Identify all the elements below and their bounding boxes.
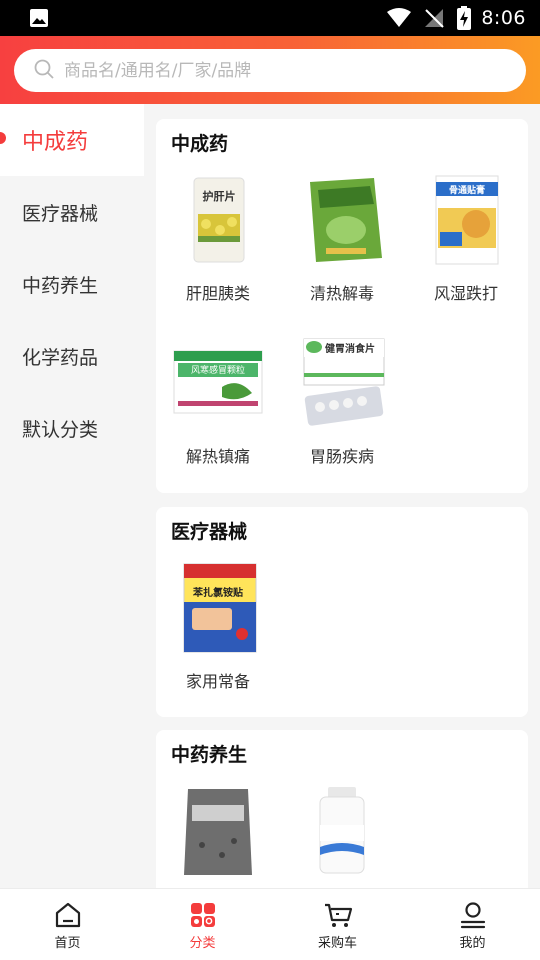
no-signal-icon (423, 8, 445, 28)
section-title: 医疗器械 (171, 521, 248, 543)
svg-text:健胃消食片: 健胃消食片 (325, 342, 375, 355)
product-thumbnail (184, 789, 252, 875)
category-item-medical-devices[interactable]: 医疗器械 (0, 176, 144, 248)
category-item-chemical-drugs[interactable]: 化学药品 (0, 320, 144, 392)
product-thumbnail: 苯扎氯铵贴 (183, 563, 257, 653)
category-label: 默认分类 (22, 418, 99, 441)
product-label: 胃肠疾病 (309, 447, 374, 466)
category-sidebar: 中成药 医疗器械 中药养生 化学药品 默认分类 (0, 104, 144, 888)
svg-text:骨通贴膏: 骨通贴膏 (449, 184, 485, 196)
product-thumbnail: 健胃消食片 (303, 338, 385, 426)
product-tile[interactable] (156, 785, 280, 888)
product-tile[interactable]: 苯扎氯铵贴 家用常备 (156, 562, 280, 692)
product-label: 风湿跌打 (433, 284, 498, 303)
category-label: 中药养生 (22, 274, 99, 297)
product-tile[interactable] (280, 785, 404, 888)
category-label: 中成药 (22, 130, 89, 155)
category-item-default[interactable]: 默认分类 (0, 392, 144, 464)
nav-label: 分类 (189, 936, 216, 951)
nav-profile[interactable]: 我的 (405, 889, 540, 960)
profile-icon (460, 902, 485, 929)
bottom-nav: 首页 分类 采购车 我的 (0, 888, 540, 960)
product-tile[interactable]: 风寒感冒颗粒 解热镇痛 (156, 337, 280, 467)
category-icon (190, 903, 215, 927)
nav-label: 我的 (459, 936, 486, 951)
product-thumbnail: 骨通贴膏 (435, 175, 499, 265)
nav-label: 首页 (54, 936, 81, 951)
category-item-herbal-wellness[interactable]: 中药养生 (0, 248, 144, 320)
section-title: 中药养生 (171, 744, 248, 766)
product-label: 家用常备 (185, 672, 250, 691)
product-tile[interactable]: 骨通贴膏 风湿跌打 (404, 174, 528, 304)
svg-text:风寒感冒颗粒: 风寒感冒颗粒 (191, 364, 245, 376)
search-input[interactable] (64, 60, 484, 81)
section-card: 中药养生 (156, 730, 528, 888)
active-indicator (0, 132, 6, 144)
product-thumbnail (310, 178, 382, 262)
header (0, 36, 540, 104)
status-bar: 8:06 (0, 0, 540, 36)
category-item-zhongchengyao[interactable]: 中成药 (0, 104, 144, 176)
category-label: 医疗器械 (22, 202, 99, 225)
wifi-icon (387, 8, 412, 28)
section-title: 中成药 (171, 133, 229, 155)
product-thumbnail: 护肝片 (193, 177, 245, 263)
product-label: 肝胆胰类 (185, 284, 250, 303)
svg-text:护肝片: 护肝片 (203, 189, 236, 203)
product-tile[interactable]: 护肝片 肝胆胰类 (156, 174, 280, 304)
search-box[interactable] (14, 49, 526, 92)
section-card: 中成药 护肝片 肝胆胰类 清热解毒 骨通贴膏 风湿跌打 风寒感冒颗粒 解热镇痛 … (156, 119, 528, 493)
product-tile[interactable]: 健胃消食片 胃肠疾病 (280, 337, 404, 467)
home-icon (55, 902, 80, 928)
category-content: 中成药 护肝片 肝胆胰类 清热解毒 骨通贴膏 风湿跌打 风寒感冒颗粒 解热镇痛 … (144, 104, 540, 888)
product-label: 解热镇痛 (185, 447, 250, 466)
search-icon (34, 59, 54, 83)
cart-icon (324, 903, 352, 927)
product-thumbnail (319, 787, 365, 874)
product-tile[interactable]: 清热解毒 (280, 174, 404, 304)
battery-charging-icon (457, 6, 472, 30)
status-time: 8:06 (481, 7, 526, 29)
svg-text:苯扎氯铵贴: 苯扎氯铵贴 (192, 586, 243, 599)
gallery-notification-icon (28, 7, 50, 29)
nav-category[interactable]: 分类 (135, 889, 270, 960)
section-card: 医疗器械 苯扎氯铵贴 家用常备 (156, 507, 528, 717)
nav-home[interactable]: 首页 (0, 889, 135, 960)
product-label: 清热解毒 (309, 284, 374, 303)
category-label: 化学药品 (22, 346, 99, 369)
nav-cart[interactable]: 采购车 (270, 889, 405, 960)
nav-label: 采购车 (317, 936, 357, 951)
product-thumbnail: 风寒感冒颗粒 (173, 350, 263, 414)
